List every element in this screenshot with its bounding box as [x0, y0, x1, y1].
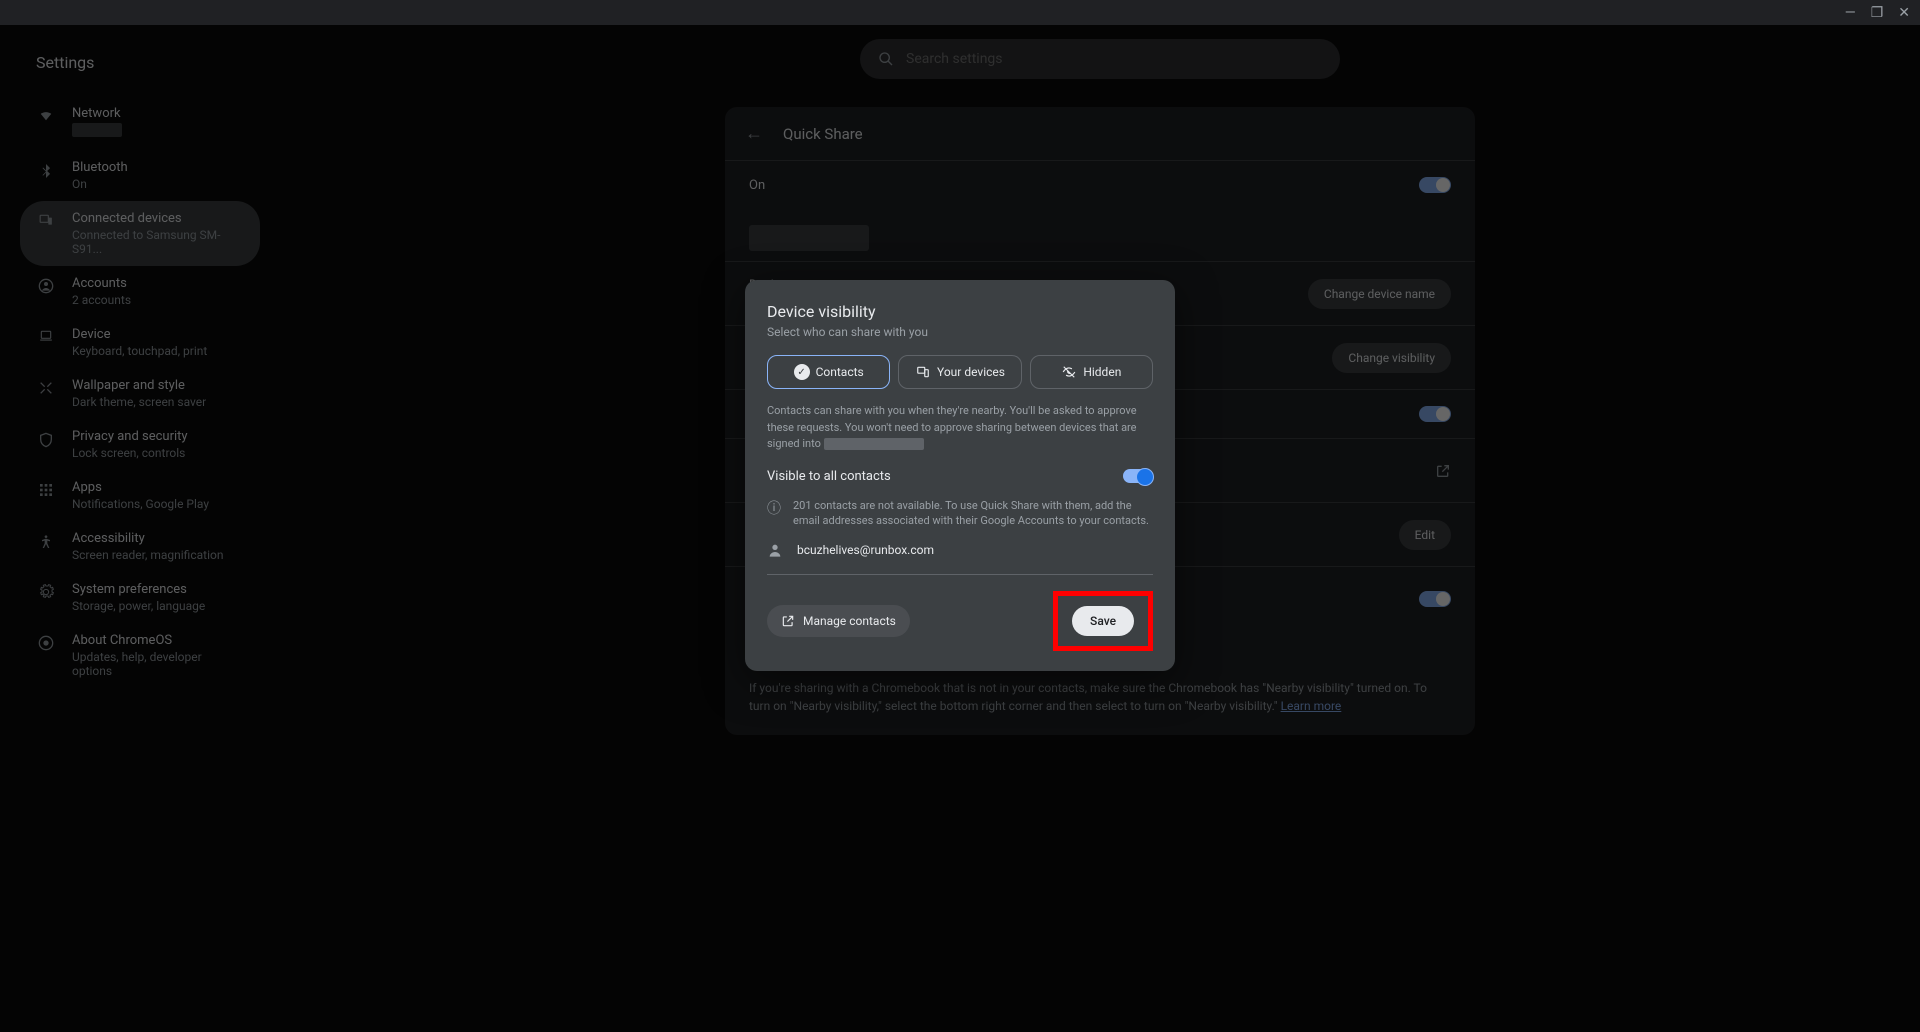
manage-contacts-button[interactable]: Manage contacts — [767, 605, 910, 637]
option-label: Hidden — [1083, 365, 1121, 379]
hidden-icon — [1061, 364, 1077, 380]
option-contacts[interactable]: ✓ Contacts — [767, 355, 890, 389]
option-label: Contacts — [816, 365, 864, 379]
visible-all-toggle[interactable] — [1123, 469, 1153, 483]
dialog-title: Device visibility — [767, 302, 1153, 321]
save-button[interactable]: Save — [1072, 606, 1134, 636]
option-description: Contacts can share with you when they're… — [767, 403, 1153, 453]
redacted-account — [824, 438, 924, 450]
visible-all-label: Visible to all contacts — [767, 469, 891, 484]
person-icon — [767, 542, 785, 558]
manage-contacts-label: Manage contacts — [803, 614, 896, 628]
device-visibility-dialog: Device visibility Select who can share w… — [745, 280, 1175, 671]
external-link-icon — [781, 614, 795, 628]
window-titlebar: — ❐ ✕ — [0, 0, 1920, 25]
option-hidden[interactable]: Hidden — [1030, 355, 1153, 389]
info-icon: ⓘ — [767, 498, 781, 518]
check-icon: ✓ — [794, 364, 810, 380]
minimize-button[interactable]: — — [1845, 5, 1856, 21]
maximize-button[interactable]: ❐ — [1871, 5, 1884, 21]
contact-email: bcuzhelives@runbox.com — [797, 543, 934, 557]
devices-icon — [915, 364, 931, 380]
option-label: Your devices — [937, 365, 1005, 379]
save-highlight-box: Save — [1053, 591, 1153, 651]
dialog-subtitle: Select who can share with you — [767, 325, 1153, 339]
close-button[interactable]: ✕ — [1898, 5, 1910, 21]
contacts-info-text: 201 contacts are not available. To use Q… — [793, 498, 1153, 529]
option-your-devices[interactable]: Your devices — [898, 355, 1021, 389]
